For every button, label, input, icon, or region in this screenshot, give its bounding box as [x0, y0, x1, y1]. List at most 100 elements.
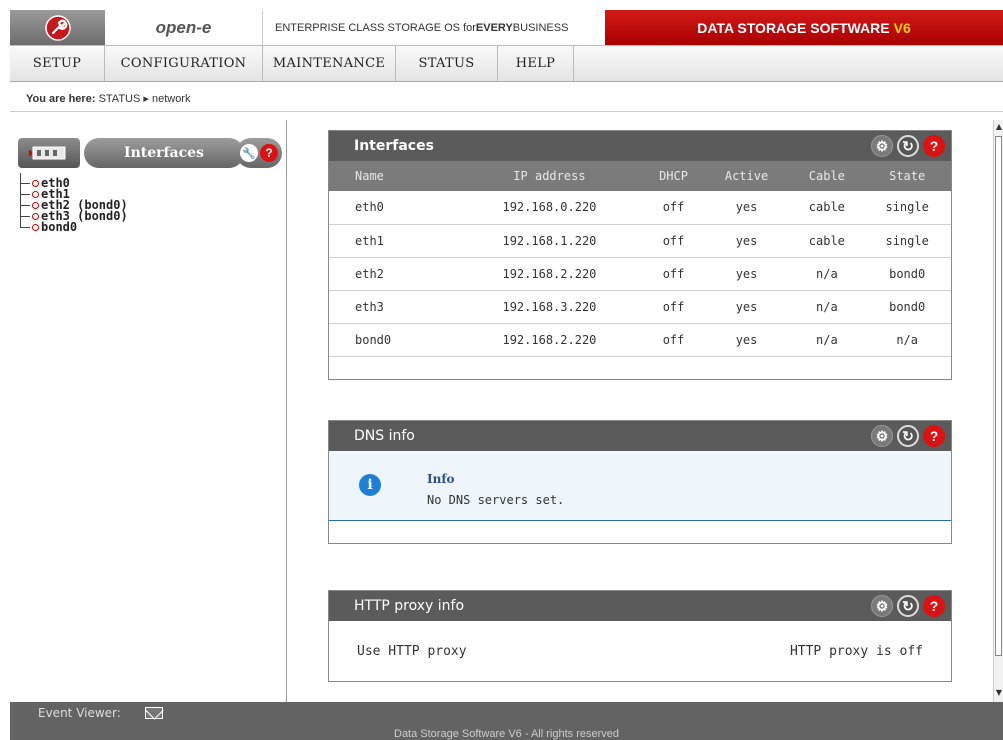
cell-name: eth1	[329, 224, 455, 258]
cell-state: single	[863, 224, 951, 258]
cell-dhcp: off	[644, 257, 703, 291]
cell-ip: 192.168.3.220	[454, 290, 645, 324]
scrollbar[interactable]: ▲ ▼	[993, 120, 1003, 702]
panel-title: Interfaces	[354, 138, 434, 154]
network-icon[interactable]	[18, 138, 80, 168]
cell-active: yes	[702, 323, 791, 357]
table-row: eth2 192.168.2.220 off yes n/a bond0	[329, 257, 951, 291]
col-name: Name	[329, 161, 455, 191]
menu-help[interactable]: HELP	[498, 46, 574, 81]
menu-setup[interactable]: SETUP	[10, 46, 105, 81]
cell-active: yes	[702, 224, 791, 258]
event-viewer-label: Event Viewer:	[38, 706, 121, 720]
cell-name: eth3	[329, 290, 455, 324]
refresh-icon[interactable]: ↻	[897, 595, 919, 617]
tagline-prefix: ENTERPRISE CLASS STORAGE OS for	[275, 21, 476, 34]
sidebar-header: Interfaces 🔧 ?	[10, 120, 286, 177]
col-dhcp: DHCP	[644, 161, 703, 191]
cell-cable: n/a	[790, 257, 864, 291]
cell-dhcp: off	[644, 290, 703, 324]
col-ip: IP address	[454, 161, 645, 191]
tagline-suffix: BUSINESS	[512, 21, 569, 34]
breadcrumb-path[interactable]: STATUS ▸ network	[99, 93, 191, 105]
panel-header: DNS info ⚙ ↻ ?	[329, 421, 951, 451]
cell-ip: 192.168.2.220	[454, 323, 645, 357]
tree-item-bond0[interactable]: bond0	[20, 217, 128, 234]
cell-state: n/a	[863, 323, 951, 357]
info-title: Info	[427, 472, 455, 486]
cell-cable: cable	[790, 191, 864, 225]
cell-ip: 192.168.0.220	[454, 191, 645, 225]
scroll-thumb[interactable]	[995, 136, 1002, 656]
sidebar: Interfaces 🔧 ? eth0 eth1 eth2 (bond0) et…	[10, 120, 287, 702]
scroll-down-icon[interactable]: ▼	[995, 688, 1003, 698]
interfaces-panel: Interfaces ⚙ ↻ ? Name IP address DHCP Ac…	[328, 130, 952, 380]
settings-icon[interactable]: ⚙	[871, 135, 893, 157]
cell-state: single	[863, 191, 951, 225]
tagline: ENTERPRISE CLASS STORAGE OS for EVERY BU…	[263, 10, 605, 45]
info-text: No DNS servers set.	[427, 493, 565, 507]
proxy-label: Use HTTP proxy	[357, 643, 467, 659]
table-row: bond0 192.168.2.220 off yes n/a n/a	[329, 323, 951, 357]
cell-cable: cable	[790, 224, 864, 258]
tagline-bold: EVERY	[475, 21, 513, 34]
proxy-value: HTTP proxy is off	[789, 643, 923, 659]
breadcrumb: You are here: STATUS ▸ network	[10, 82, 1003, 112]
cell-cable: n/a	[790, 290, 864, 324]
brand-text: open-e	[155, 17, 212, 37]
tree-item-label: bond0	[41, 220, 78, 234]
panel-title: DNS info	[354, 428, 415, 444]
help-icon[interactable]: ?	[923, 425, 945, 447]
main-content: Interfaces ⚙ ↻ ? Name IP address DHCP Ac…	[288, 120, 993, 702]
table-row: eth0 192.168.0.220 off yes cable single	[329, 191, 951, 225]
proxy-panel: HTTP proxy info ⚙ ↻ ? Use HTTP proxy HTT…	[328, 590, 952, 682]
footer: Event Viewer: Data Storage Software V6 -…	[10, 702, 1003, 740]
help-icon[interactable]: ?	[260, 144, 278, 162]
cell-name: eth2	[329, 257, 455, 291]
product-version: V6	[893, 19, 911, 36]
table-row: eth3 192.168.3.220 off yes n/a bond0	[329, 290, 951, 324]
wrench-icon	[44, 14, 71, 41]
home-button[interactable]	[10, 10, 105, 45]
info-icon: i	[359, 474, 381, 496]
cell-name: eth0	[329, 191, 455, 225]
cell-active: yes	[702, 290, 791, 324]
refresh-icon[interactable]: ↻	[897, 425, 919, 447]
settings-icon[interactable]: ⚙	[871, 425, 893, 447]
cell-cable: n/a	[790, 323, 864, 357]
cell-dhcp: off	[644, 191, 703, 225]
panel-footer	[329, 357, 951, 379]
help-icon[interactable]: ?	[923, 595, 945, 617]
menu-configuration[interactable]: CONFIGURATION	[105, 46, 263, 81]
cell-state: bond0	[863, 290, 951, 324]
interface-tree: eth0 eth1 eth2 (bond0) eth3 (bond0) bond…	[20, 173, 128, 234]
mail-icon[interactable]	[144, 707, 163, 719]
app-window: open-e ENTERPRISE CLASS STORAGE OS for E…	[0, 0, 1003, 740]
cell-active: yes	[702, 257, 791, 291]
cell-active: yes	[702, 191, 791, 225]
panel-header: Interfaces ⚙ ↻ ?	[329, 131, 951, 161]
menu-maintenance[interactable]: MAINTENANCE	[263, 46, 396, 81]
col-cable: Cable	[790, 161, 864, 191]
tree-item-eth0[interactable]: eth0	[20, 173, 128, 189]
product-name: DATA STORAGE SOFTWARE	[697, 19, 890, 36]
wrench-icon[interactable]: 🔧	[240, 144, 258, 162]
help-icon[interactable]: ?	[923, 135, 945, 157]
menu-status[interactable]: STATUS	[396, 46, 498, 81]
panel-title: HTTP proxy info	[354, 598, 465, 614]
sidebar-tools: 🔧 ?	[236, 138, 282, 168]
breadcrumb-prefix: You are here:	[26, 93, 96, 105]
interfaces-table: Name IP address DHCP Active Cable State …	[329, 161, 951, 357]
tab-interfaces[interactable]: Interfaces	[84, 138, 244, 168]
panel-header: HTTP proxy info ⚙ ↻ ?	[329, 591, 951, 621]
cell-state: bond0	[863, 257, 951, 291]
cell-dhcp: off	[644, 224, 703, 258]
settings-icon[interactable]: ⚙	[871, 595, 893, 617]
table-header-row: Name IP address DHCP Active Cable State	[329, 161, 951, 191]
product-banner: DATA STORAGE SOFTWARE V6	[605, 10, 1003, 45]
event-viewer[interactable]: Event Viewer:	[38, 706, 163, 720]
refresh-icon[interactable]: ↻	[897, 135, 919, 157]
info-message: i Info No DNS servers set.	[329, 451, 951, 521]
proxy-row: Use HTTP proxy HTTP proxy is off	[329, 621, 951, 681]
scroll-up-icon[interactable]: ▲	[995, 122, 1003, 132]
